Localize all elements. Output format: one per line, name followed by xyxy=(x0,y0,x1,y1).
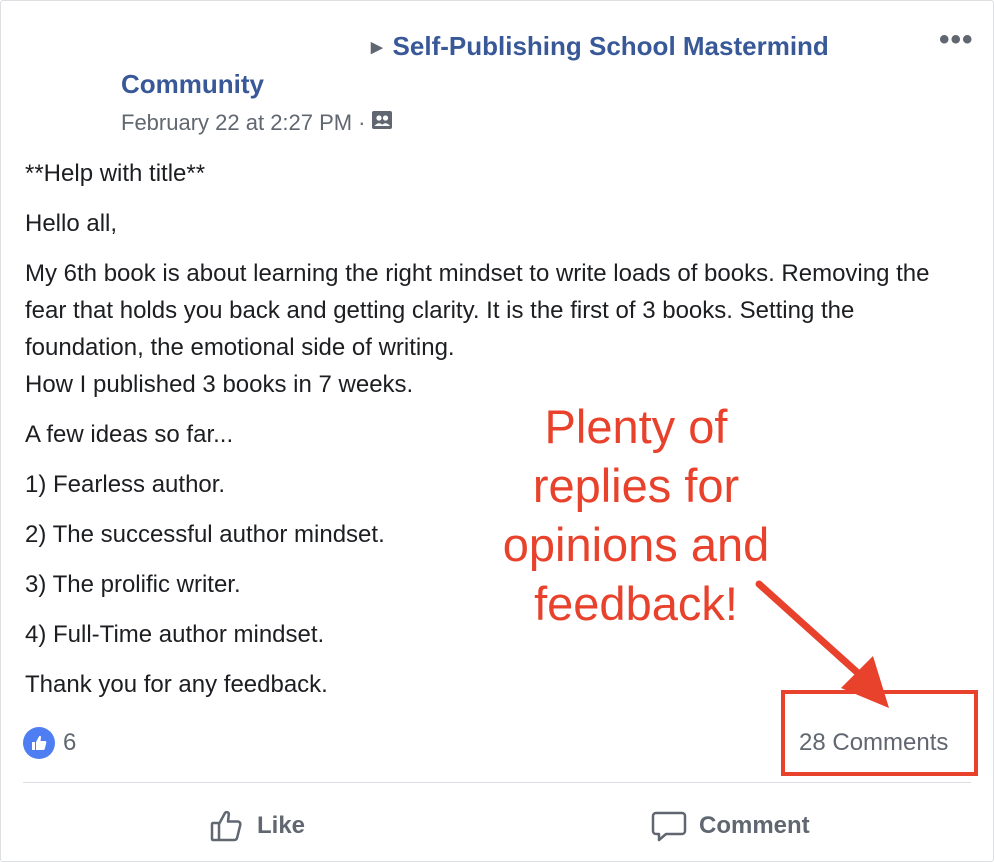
like-button[interactable]: Like xyxy=(209,801,305,851)
reaction-count: 6 xyxy=(63,729,77,756)
more-options-button[interactable]: ••• xyxy=(939,23,974,57)
post-paragraph: **Help with title** xyxy=(25,160,206,187)
group-name-continued[interactable]: Community xyxy=(121,69,264,100)
post-paragraph: My 6th book is about learning the right … xyxy=(25,260,930,361)
comment-label: Comment xyxy=(699,812,810,839)
annotation-line: replies for xyxy=(532,459,740,512)
like-icon xyxy=(210,810,242,842)
like-label: Like xyxy=(257,812,306,839)
divider xyxy=(23,782,971,783)
annotation-line: Plenty of xyxy=(544,400,728,453)
thumbs-up-icon xyxy=(23,727,55,759)
group-audience-icon xyxy=(371,109,393,137)
post-card: ▶ Self-Publishing School Mastermind ••• … xyxy=(0,0,994,862)
meta-separator: · xyxy=(358,110,366,135)
comment-button[interactable]: Comment xyxy=(651,801,810,851)
post-meta: February 22 at 2:27 PM · xyxy=(121,109,393,137)
comment-icon xyxy=(651,811,687,842)
post-paragraph: Hello all, xyxy=(25,210,118,237)
caret-right-icon: ▶ xyxy=(371,38,383,56)
annotation-line: opinions and xyxy=(502,518,770,571)
group-link[interactable]: ▶ Self-Publishing School Mastermind xyxy=(371,31,829,62)
group-name[interactable]: Self-Publishing School Mastermind xyxy=(393,31,829,62)
reactions-summary[interactable]: 6 xyxy=(23,727,76,759)
timestamp[interactable]: February 22 at 2:27 PM xyxy=(121,110,352,136)
annotation-highlight-box xyxy=(781,690,978,776)
